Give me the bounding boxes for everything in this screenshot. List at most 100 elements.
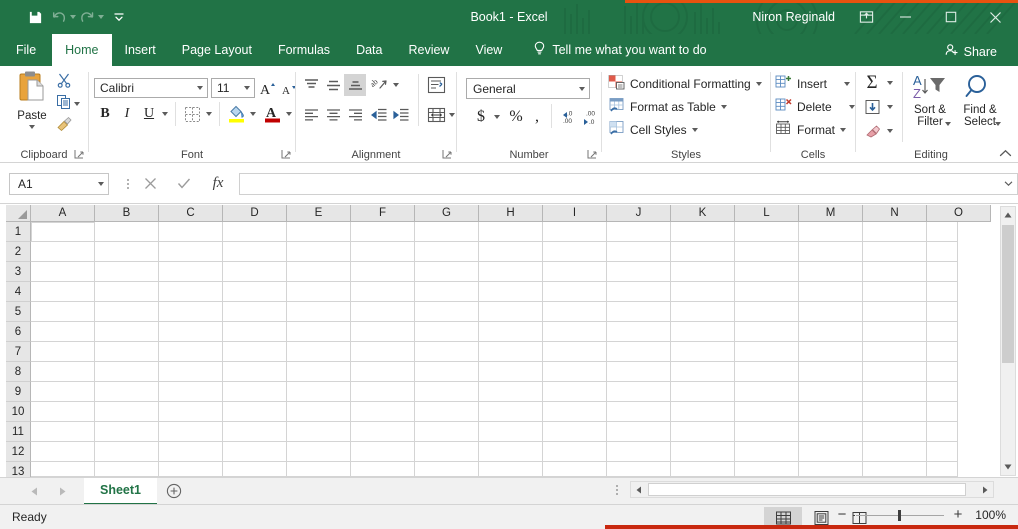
collapse-ribbon-button[interactable] [997, 146, 1013, 160]
font-name-chevron-down-icon[interactable] [197, 86, 203, 90]
italic-button[interactable]: I [117, 104, 137, 124]
scroll-right-icon[interactable] [977, 482, 993, 497]
font-color-chevron-down-icon[interactable] [283, 104, 295, 124]
formula-input[interactable] [239, 172, 1000, 195]
column-header-b[interactable]: B [95, 205, 159, 222]
font-name-combobox[interactable]: Calibri [94, 78, 208, 98]
number-format-combobox[interactable]: General [466, 78, 590, 99]
decrease-decimal-button[interactable]: .00 .0 [579, 106, 601, 128]
format-cells-chevron-down-icon[interactable] [840, 127, 847, 132]
column-header-h[interactable]: H [479, 205, 543, 222]
increase-decimal-button[interactable]: .0 .00 [557, 106, 579, 128]
conditional-formatting-button[interactable]: Conditional Formatting [608, 74, 762, 93]
row-header-3[interactable]: 3 [6, 262, 31, 282]
add-sheet-icon[interactable] [157, 479, 191, 503]
autosum-chevron-down-icon[interactable] [884, 72, 896, 94]
sheet-tab-sheet1[interactable]: Sheet1 [84, 477, 157, 505]
row-header-11[interactable]: 11 [6, 422, 31, 442]
tab-view[interactable]: View [462, 34, 515, 66]
column-header-c[interactable]: C [159, 205, 223, 222]
comma-style-button[interactable]: , [527, 106, 547, 128]
row-header-4[interactable]: 4 [6, 282, 31, 302]
column-header-k[interactable]: K [671, 205, 735, 222]
cell-styles-button[interactable]: Cell Styles [608, 120, 698, 139]
row-header-9[interactable]: 9 [6, 382, 31, 402]
row-header-10[interactable]: 10 [6, 402, 31, 422]
maximize-icon[interactable] [928, 2, 973, 32]
fill-chevron-down-icon[interactable] [884, 96, 896, 118]
horizontal-scroll-thumb[interactable] [648, 483, 966, 496]
cell-styles-chevron-down-icon[interactable] [691, 127, 698, 132]
column-header-n[interactable]: N [863, 205, 927, 222]
cell-area[interactable] [31, 222, 958, 477]
row-header-6[interactable]: 6 [6, 322, 31, 342]
tab-review[interactable]: Review [395, 34, 462, 66]
next-sheet-icon[interactable] [48, 479, 76, 503]
name-box-chevron-down-icon[interactable] [98, 181, 104, 186]
account-name[interactable]: Niron Reginald [752, 10, 835, 24]
insert-cells-chevron-down-icon[interactable] [844, 81, 851, 86]
vertical-scroll-thumb[interactable] [1002, 225, 1014, 363]
enter-formula-icon[interactable] [167, 173, 201, 195]
align-right-button[interactable] [344, 104, 366, 126]
find-and-select-icon[interactable] [958, 70, 998, 104]
orientation-chevron-down-icon[interactable] [390, 74, 402, 96]
column-header-o[interactable]: O [927, 205, 991, 222]
borders-chevron-down-icon[interactable] [203, 104, 215, 124]
expand-formula-bar-icon[interactable] [1000, 172, 1018, 195]
underline-button[interactable]: U [139, 104, 159, 124]
tab-data[interactable]: Data [343, 34, 395, 66]
conditional-formatting-chevron-down-icon[interactable] [755, 81, 762, 86]
decrease-indent-button[interactable] [368, 104, 390, 126]
zoom-out-icon[interactable]: − [835, 507, 849, 522]
row-header-2[interactable]: 2 [6, 242, 31, 262]
font-size-chevron-down-icon[interactable] [244, 86, 250, 90]
previous-sheet-icon[interactable] [20, 479, 48, 503]
orientation-button[interactable]: ab [368, 74, 390, 96]
format-as-table-button[interactable]: Format as Table [608, 97, 727, 116]
fill-button[interactable] [860, 96, 884, 118]
column-header-f[interactable]: F [351, 205, 415, 222]
center-align-button[interactable] [322, 104, 344, 126]
clear-chevron-down-icon[interactable] [884, 120, 896, 142]
tab-formulas[interactable]: Formulas [265, 34, 343, 66]
zoom-slider[interactable] [856, 509, 944, 521]
format-as-table-chevron-down-icon[interactable] [720, 104, 727, 109]
scroll-up-icon[interactable] [1001, 207, 1015, 223]
fill-color-chevron-down-icon[interactable] [247, 104, 259, 124]
scroll-down-icon[interactable] [1001, 459, 1015, 475]
zoom-slider-thumb[interactable] [898, 509, 901, 521]
zoom-level-label[interactable]: 100% [972, 508, 1006, 522]
middle-align-button[interactable] [322, 74, 344, 96]
minimize-icon[interactable] [883, 2, 928, 32]
format-cells-button[interactable]: Format [775, 120, 847, 139]
accounting-chevron-down-icon[interactable] [491, 106, 503, 128]
increase-indent-button[interactable] [390, 104, 412, 126]
horizontal-scrollbar[interactable] [630, 481, 994, 498]
column-header-e[interactable]: E [287, 205, 351, 222]
share-button[interactable]: Share [936, 39, 1006, 64]
format-painter-button[interactable] [56, 116, 73, 135]
cut-button[interactable] [56, 72, 72, 91]
column-header-m[interactable]: M [799, 205, 863, 222]
merge-and-center-button[interactable] [424, 104, 448, 126]
number-dialog-launcher[interactable] [587, 149, 598, 160]
column-header-j[interactable]: J [607, 205, 671, 222]
ribbon-display-options-icon[interactable] [849, 2, 883, 32]
paste-button[interactable]: Paste [8, 70, 56, 138]
column-header-g[interactable]: G [415, 205, 479, 222]
undo-icon[interactable] [50, 5, 76, 29]
percent-style-button[interactable]: % [505, 106, 527, 128]
row-header-7[interactable]: 7 [6, 342, 31, 362]
tab-home[interactable]: Home [52, 34, 112, 66]
font-dialog-launcher[interactable] [281, 149, 292, 160]
row-header-1[interactable]: 1 [6, 222, 31, 242]
cancel-formula-icon[interactable] [133, 173, 167, 195]
scroll-left-icon[interactable] [631, 482, 647, 497]
bottom-align-button[interactable] [344, 74, 366, 96]
tab-insert[interactable]: Insert [112, 34, 169, 66]
customize-qat-icon[interactable] [106, 5, 132, 29]
underline-chevron-down-icon[interactable] [159, 104, 171, 124]
wrap-text-button[interactable] [424, 74, 448, 96]
align-left-button[interactable] [300, 104, 322, 126]
